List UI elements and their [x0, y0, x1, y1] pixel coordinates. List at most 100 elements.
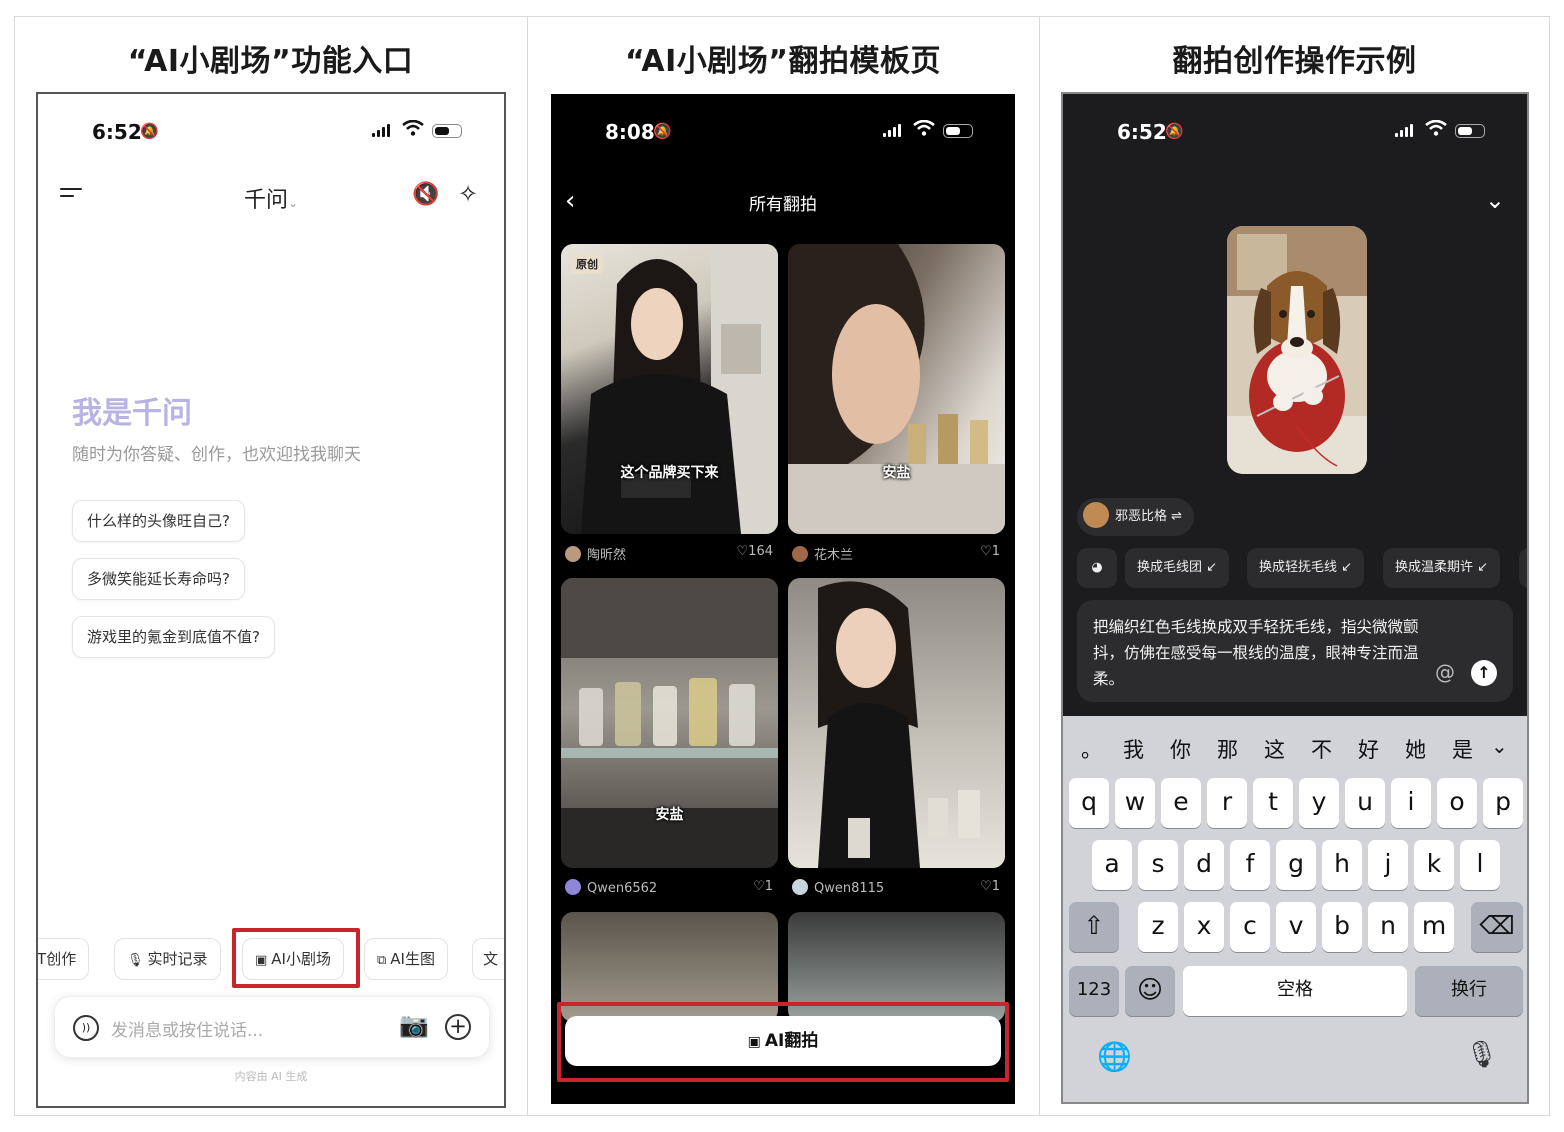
battery-icon	[1455, 124, 1485, 138]
candidate-word[interactable]: 我	[1123, 734, 1144, 764]
tool-chip-record[interactable]: 🎙 实时记录	[114, 938, 221, 980]
key[interactable]: x	[1184, 902, 1224, 952]
mute-bell-icon: 🔕	[140, 122, 159, 140]
globe-icon[interactable]: 🌐	[1097, 1040, 1132, 1073]
candidate-word[interactable]: 你	[1170, 734, 1191, 764]
perfume-thumbnail	[561, 578, 778, 868]
prompt-input[interactable]: 把编织红色毛线换成双手轻抚毛线，指尖微微颤抖，仿佛在感受每一根线的温度，眼神专注…	[1077, 600, 1513, 702]
key[interactable]: w	[1115, 778, 1155, 828]
translate-icon: 文	[483, 950, 499, 968]
candidate-word[interactable]: 这	[1264, 734, 1285, 764]
likes-count: ♡164	[736, 544, 773, 559]
key[interactable]: m	[1414, 902, 1454, 952]
option-chip[interactable]: 换成轻抚毛线 ↙	[1247, 548, 1365, 588]
woman-profile-thumbnail	[788, 244, 1005, 534]
mention-icon[interactable]: @	[1435, 660, 1455, 684]
column-title-3: 翻拍创作操作示例	[1172, 44, 1417, 79]
key[interactable]: z	[1138, 902, 1178, 952]
candidate-word[interactable]: 不	[1311, 734, 1332, 764]
option-chip[interactable]: 换成毛线团 ↙	[1125, 548, 1230, 588]
key[interactable]: c	[1230, 902, 1270, 952]
tile-meta: 花木兰 ♡1	[792, 544, 1004, 566]
highlight-box	[557, 1002, 1009, 1082]
palette-icon[interactable]: ◕	[1077, 548, 1117, 588]
style-selector[interactable]: 邪恶比格 ⇌	[1077, 498, 1195, 536]
candidate-word[interactable]: 她	[1405, 734, 1426, 764]
template-tile[interactable]	[788, 578, 1005, 868]
ai-generated-note: 内容由 AI 生成	[234, 1070, 308, 1083]
key[interactable]: v	[1276, 902, 1316, 952]
likes-count: ♡1	[980, 879, 1000, 894]
key[interactable]: i	[1391, 778, 1431, 828]
tool-chip-ai-image[interactable]: ⧉ AI生图	[364, 938, 448, 980]
chat-input-bar[interactable]: )) 发消息或按住说话... 📷 +	[54, 996, 490, 1058]
speaker-mute-icon[interactable]: 🔇	[412, 182, 439, 207]
template-tile[interactable]: 安盐	[788, 244, 1005, 534]
tile-meta: Qwen8115 ♡1	[792, 879, 1004, 901]
key[interactable]: b	[1322, 902, 1362, 952]
key[interactable]: l	[1460, 840, 1500, 890]
key[interactable]: u	[1345, 778, 1385, 828]
key[interactable]: s	[1138, 840, 1178, 890]
microphone-icon[interactable]: 🎙	[1465, 1040, 1498, 1070]
arrow-icon: ↙	[1477, 560, 1489, 575]
mute-bell-icon: 🔕	[653, 122, 672, 140]
key[interactable]: e	[1161, 778, 1201, 828]
send-arrow-icon[interactable]: ↑	[1471, 660, 1497, 686]
key[interactable]: k	[1414, 840, 1454, 890]
collapse-chevron-icon[interactable]: ⌄	[1485, 186, 1505, 214]
camera-icon[interactable]: 📷	[399, 1011, 429, 1039]
template-tile[interactable]: 原创 这个品牌买下来	[561, 244, 778, 534]
new-chat-icon[interactable]: ✧	[458, 180, 478, 208]
suggestion-chip[interactable]: 多微笑能延长寿命吗?	[72, 558, 245, 600]
key[interactable]: r	[1207, 778, 1247, 828]
key[interactable]: y	[1299, 778, 1339, 828]
candidate-word[interactable]: 那	[1217, 734, 1238, 764]
key[interactable]: n	[1368, 902, 1408, 952]
tile-meta: 陶昕然 ♡164	[565, 544, 777, 566]
key[interactable]: q	[1069, 778, 1109, 828]
key[interactable]: t	[1253, 778, 1293, 828]
candidate-word[interactable]: 。	[1081, 734, 1102, 764]
chevron-down-icon[interactable]: ⌄	[1491, 734, 1508, 758]
key[interactable]: p	[1483, 778, 1523, 828]
shift-icon[interactable]: ⇧	[1069, 902, 1119, 952]
status-bar: 8:08 🔕	[551, 94, 1015, 164]
emoji-icon[interactable]: ☺	[1125, 966, 1175, 1016]
phone-template-screen: 8:08 🔕 ‹ 所有翻拍 原创 这个品牌买下来 陶昕然 ♡164 安盐 花木兰…	[551, 94, 1015, 1104]
candidate-word[interactable]: 好	[1358, 734, 1379, 764]
option-chip[interactable]: 换成温柔期许 ↙	[1383, 548, 1501, 588]
tool-chip-translate[interactable]: 文	[472, 938, 504, 980]
plus-icon[interactable]: +	[445, 1014, 471, 1040]
key[interactable]: g	[1276, 840, 1316, 890]
suggestion-chip[interactable]: 游戏里的氪金到底值不值?	[72, 616, 275, 658]
key[interactable]: d	[1184, 840, 1224, 890]
signal-icon	[372, 124, 390, 137]
candidate-word[interactable]: 是	[1452, 734, 1473, 764]
space-key[interactable]: 空格	[1183, 966, 1407, 1016]
battery-icon	[432, 124, 462, 138]
key[interactable]: j	[1368, 840, 1408, 890]
video-caption: 安盐	[882, 465, 911, 481]
key[interactable]: f	[1230, 840, 1270, 890]
chat-input-placeholder[interactable]: 发消息或按住说话...	[111, 1016, 263, 1041]
phone-creation-screen: 6:52 🔕 ⌄ 邪恶比格 ⇌ ◕ 换成毛线团 ↙ 换成轻抚毛线 ↙ 换成温柔期…	[1061, 92, 1529, 1104]
key[interactable]: a	[1092, 840, 1132, 890]
suggestion-chip[interactable]: 什么样的头像旺自己?	[72, 500, 245, 542]
greeting-title: 我是千问	[72, 396, 192, 431]
prompt-text[interactable]: 把编织红色毛线换成双手轻抚毛线，指尖微微颤抖，仿佛在感受每一根线的温度，眼神专注…	[1093, 614, 1443, 692]
backspace-icon[interactable]: ⌫	[1471, 902, 1523, 952]
greeting-subtitle: 随时为你答疑、创作，也欢迎找我聊天	[72, 445, 361, 465]
option-chip[interactable]	[1519, 548, 1527, 588]
avatar	[565, 879, 581, 895]
mic-icon: 🎙	[127, 953, 144, 968]
highlight-box	[232, 928, 360, 988]
key[interactable]: h	[1322, 840, 1362, 890]
key[interactable]: o	[1437, 778, 1477, 828]
return-key[interactable]: 换行	[1415, 966, 1523, 1016]
battery-icon	[943, 124, 973, 138]
template-tile[interactable]: 安盐	[561, 578, 778, 868]
voice-icon[interactable]: ))	[73, 1015, 99, 1041]
tool-chip-ppt[interactable]: PT创作	[38, 938, 90, 980]
numbers-key[interactable]: 123	[1069, 966, 1119, 1016]
